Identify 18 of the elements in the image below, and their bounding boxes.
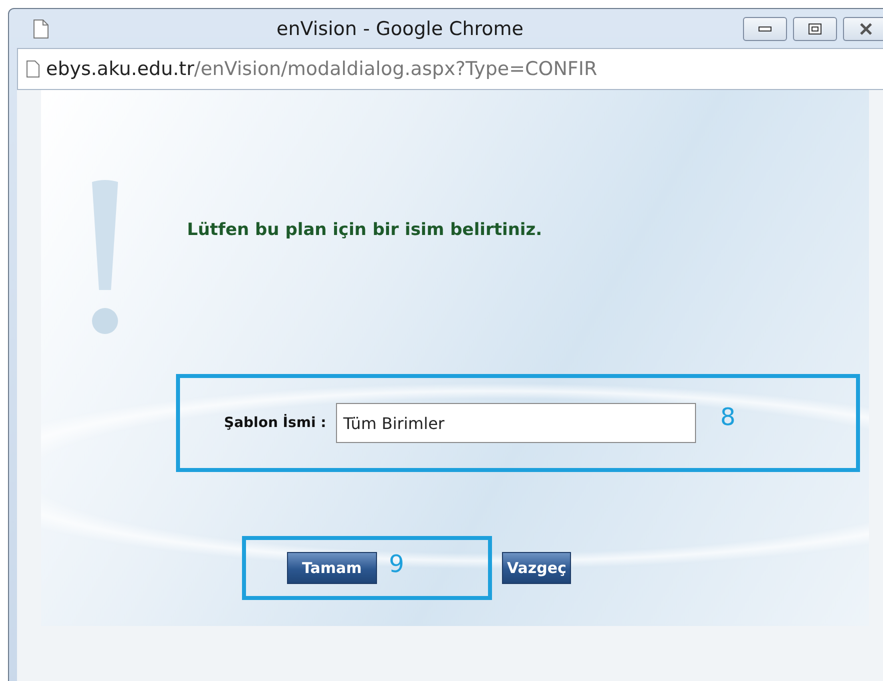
page-icon	[33, 18, 49, 38]
minimize-button[interactable]	[743, 16, 787, 40]
prompt-message: Lütfen bu plan için bir isim belirtiniz.	[187, 220, 544, 240]
maximize-icon	[808, 22, 822, 34]
cancel-button[interactable]: Vazgeç	[502, 552, 572, 584]
template-name-field[interactable]: Tüm Birimler	[336, 403, 696, 443]
ok-button[interactable]: Tamam	[287, 552, 377, 584]
window-title: enVision - Google Chrome	[276, 18, 524, 40]
page-icon	[26, 60, 40, 78]
callout-number: 9	[388, 550, 404, 578]
address-bar[interactable]: ebys.aku.edu.tr/enVision/modaldialog.aspx?Type=CONFIR	[17, 48, 883, 90]
field-label: Şablon İsmi :	[224, 415, 326, 431]
close-icon	[858, 22, 872, 34]
close-button[interactable]	[843, 16, 883, 40]
maximize-button[interactable]	[793, 16, 837, 40]
minimize-icon	[758, 24, 772, 32]
callout-number: 8	[720, 403, 736, 431]
url-text: ebys.aku.edu.tr/enVision/modaldialog.aspx?Type=CONFIR	[46, 58, 598, 80]
